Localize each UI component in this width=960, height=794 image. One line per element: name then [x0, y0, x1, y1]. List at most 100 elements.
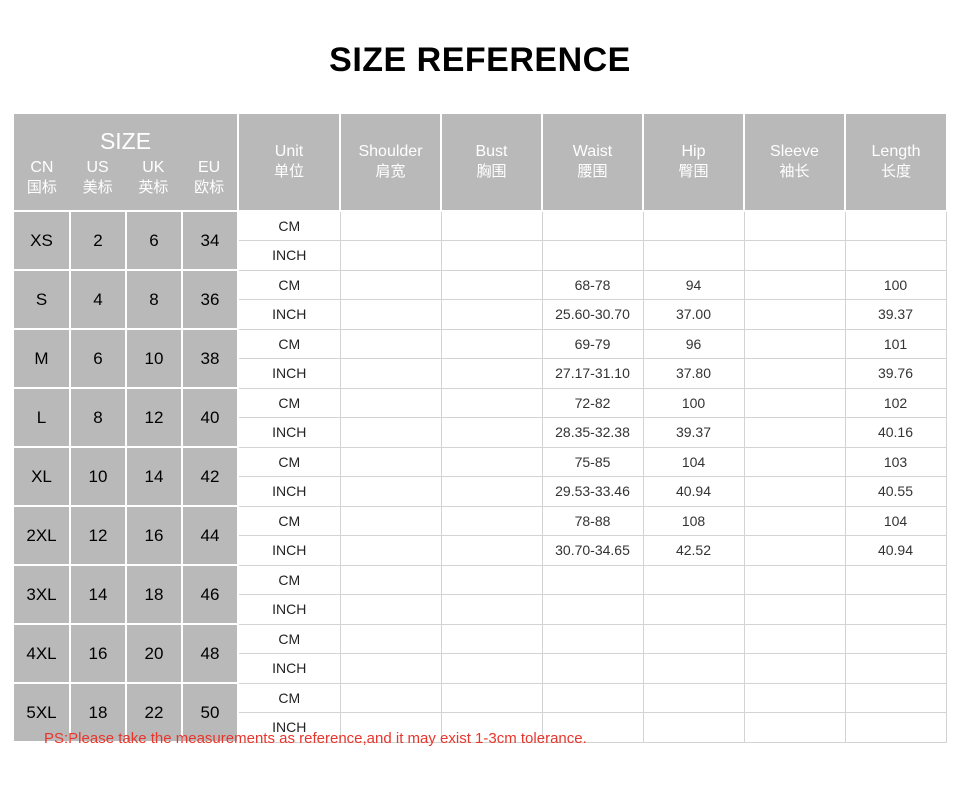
cell-sleeve-inch: [743, 476, 846, 507]
size-cell-eu: 40: [182, 388, 239, 448]
cell-length-cm: [844, 623, 947, 654]
size-cell-uk: 16: [126, 506, 183, 566]
size-cell-uk: 10: [126, 329, 183, 389]
cell-sleeve-cm: [743, 269, 846, 300]
cell-shoulder-cm: [339, 446, 442, 477]
cell-length-inch: 39.76: [844, 358, 947, 389]
size-reference-page: SIZE REFERENCE SIZE CN 国标 US 美标 UK 英标 EU…: [0, 0, 960, 794]
cell-hip-cm: 94: [642, 269, 745, 300]
unit-cell-cm: CM: [237, 564, 341, 595]
tolerance-note: PS:Please take the measurements as refer…: [44, 730, 587, 747]
cell-shoulder-inch: [339, 535, 442, 566]
cell-sleeve-cm: [743, 210, 846, 242]
cell-length-inch: 40.94: [844, 535, 947, 566]
size-standard-eu: EU 欧标: [181, 158, 237, 198]
cell-waist-inch: 30.70-34.65: [541, 535, 644, 566]
cell-bust-inch: [440, 358, 543, 389]
table-row: XL 10 14 42 CM 75-85 104 103: [14, 446, 947, 507]
size-cell-uk: 8: [126, 270, 183, 330]
size-cell-us: 6: [70, 329, 127, 389]
size-cell-uk: 18: [126, 565, 183, 625]
cell-sleeve-inch: [743, 594, 846, 625]
cell-waist-inch: 25.60-30.70: [541, 299, 644, 330]
cell-sleeve-inch: [743, 653, 846, 684]
cell-hip-inch: [642, 653, 745, 684]
column-header-shoulder: Shoulder 肩宽: [340, 114, 442, 212]
size-standard-uk-label: 英标: [138, 179, 169, 196]
unit-cell-cm: CM: [237, 682, 341, 713]
size-cell-cn: 2XL: [14, 506, 71, 566]
size-standard-eu-code: EU: [198, 159, 221, 176]
size-standard-uk: UK 英标: [126, 158, 182, 198]
cell-shoulder-inch: [339, 240, 442, 271]
size-standard-us-label: 美标: [82, 179, 113, 196]
cell-length-cm: 102: [844, 387, 947, 418]
unit-cell-inch: INCH: [237, 653, 341, 684]
column-header-waist: Waist 腰围: [542, 114, 644, 212]
cell-sleeve-inch: [743, 417, 846, 448]
cell-shoulder-inch: [339, 594, 442, 625]
size-cell-cn: S: [14, 270, 71, 330]
cell-shoulder-inch: [339, 358, 442, 389]
cell-waist-cm: [541, 210, 644, 242]
cell-length-cm: [844, 564, 947, 595]
cell-hip-cm: [642, 564, 745, 595]
table-row: S 4 8 36 CM 68-78 94 100: [14, 269, 947, 330]
cell-sleeve-inch: [743, 712, 846, 743]
cell-hip-cm: [642, 210, 745, 242]
cell-length-inch: [844, 712, 947, 743]
size-cell-eu: 48: [182, 624, 239, 684]
size-table-container: SIZE CN 国标 US 美标 UK 英标 EU 欧标 Unit 单位 Sho…: [14, 114, 947, 743]
size-reference-table: SIZE CN 国标 US 美标 UK 英标 EU 欧标 Unit 单位 Sho…: [14, 114, 947, 743]
cell-bust-cm: [440, 446, 543, 477]
cell-hip-cm: 100: [642, 387, 745, 418]
cell-waist-cm: 78-88: [541, 505, 644, 536]
size-cell-uk: 12: [126, 388, 183, 448]
unit-cell-cm: CM: [237, 387, 341, 418]
column-header-length: Length 长度: [845, 114, 946, 212]
cell-sleeve-cm: [743, 328, 846, 359]
cell-shoulder-cm: [339, 387, 442, 418]
column-header-length-cn: 长度: [880, 163, 911, 180]
cell-sleeve-cm: [743, 505, 846, 536]
cell-bust-inch: [440, 417, 543, 448]
size-cell-cn: M: [14, 329, 71, 389]
header-row: SIZE CN 国标 US 美标 UK 英标 EU 欧标 Unit 单位 Sho…: [14, 114, 946, 212]
size-cell-us: 4: [70, 270, 127, 330]
column-header-unit-cn: 单位: [273, 163, 304, 180]
size-standard-cn-label: 国标: [26, 179, 57, 196]
table-row: L 8 12 40 CM 72-82 100 102: [14, 387, 947, 448]
column-header-hip-cn: 臀围: [678, 163, 709, 180]
cell-length-inch: 40.16: [844, 417, 947, 448]
cell-bust-inch: [440, 535, 543, 566]
size-cell-cn: XS: [14, 211, 71, 271]
cell-shoulder-cm: [339, 682, 442, 713]
size-standard-cn-code: CN: [30, 159, 54, 176]
unit-cell-inch: INCH: [237, 594, 341, 625]
cell-shoulder-cm: [339, 210, 442, 242]
size-cell-cn: 3XL: [14, 565, 71, 625]
column-header-waist-cn: 腰围: [577, 163, 608, 180]
column-header-sleeve: Sleeve 袖长: [744, 114, 846, 212]
cell-shoulder-cm: [339, 564, 442, 595]
unit-cell-cm: CM: [237, 328, 341, 359]
size-cell-us: 10: [70, 447, 127, 507]
unit-cell-cm: CM: [237, 505, 341, 536]
cell-bust-inch: [440, 653, 543, 684]
cell-waist-cm: [541, 564, 644, 595]
cell-bust-cm: [440, 269, 543, 300]
size-standard-uk-code: UK: [142, 159, 165, 176]
cell-waist-inch: 29.53-33.46: [541, 476, 644, 507]
table-row: M 6 10 38 CM 69-79 96 101: [14, 328, 947, 389]
cell-hip-cm: [642, 682, 745, 713]
unit-cell-inch: INCH: [237, 299, 341, 330]
table-body: XS 2 6 34 CM INCH S 4 8 36 CM 68-78 94 100 INCH 25.60-3…: [14, 210, 947, 743]
size-standard-eu-label: 欧标: [194, 179, 225, 196]
cell-sleeve-inch: [743, 358, 846, 389]
size-cell-us: 8: [70, 388, 127, 448]
cell-waist-inch: [541, 240, 644, 271]
unit-cell-inch: INCH: [237, 240, 341, 271]
cell-shoulder-cm: [339, 328, 442, 359]
cell-hip-inch: 42.52: [642, 535, 745, 566]
cell-waist-cm: 69-79: [541, 328, 644, 359]
